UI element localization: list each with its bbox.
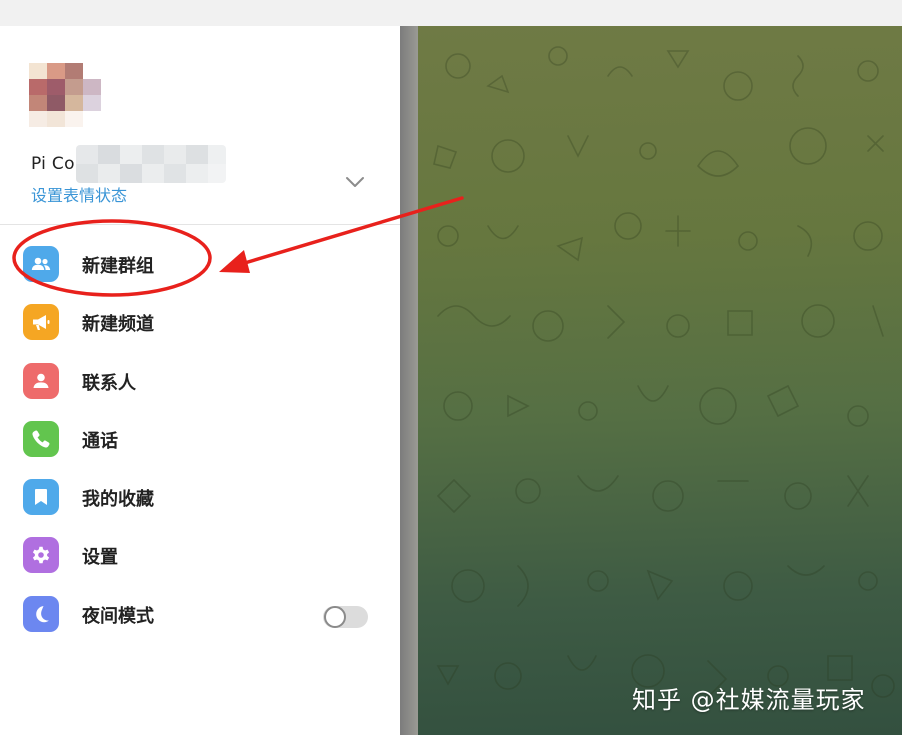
person-icon [23,363,59,399]
menu-label: 新建频道 [82,314,154,335]
menu-item-new-group[interactable]: 新建群组 [0,240,400,288]
menu-item-new-channel[interactable]: 新建频道 [0,298,400,346]
drawer-edge-shadow [400,26,418,735]
phone-icon [23,421,59,457]
side-menu-drawer: Pi Co 设置表情状态 新建群组 新建频道 联系人 通话 我的收藏 设置 夜间… [0,26,400,735]
menu-label: 设置 [82,547,118,568]
group-icon [23,246,59,282]
menu-item-calls[interactable]: 通话 [0,415,400,463]
window-top-bar [0,0,902,26]
name-redaction-blur [76,145,226,183]
set-emoji-status-link[interactable]: 设置表情状态 [31,182,127,206]
toggle-knob [324,606,346,628]
menu-label: 通话 [82,431,118,452]
chat-background [418,26,902,735]
menu-label: 新建群组 [82,256,154,277]
moon-icon [23,596,59,632]
profile-name: Pi Co [31,154,75,174]
menu-label: 我的收藏 [82,489,154,510]
menu-item-saved-messages[interactable]: 我的收藏 [0,473,400,521]
avatar[interactable] [29,63,101,127]
menu-item-settings[interactable]: 设置 [0,531,400,579]
menu-item-night-mode[interactable]: 夜间模式 [0,590,400,638]
megaphone-icon [23,304,59,340]
divider [0,224,400,225]
gear-icon [23,537,59,573]
chevron-down-icon[interactable] [343,170,367,194]
watermark: 知乎 @社媒流量玩家 [632,686,866,714]
menu-item-contacts[interactable]: 联系人 [0,357,400,405]
night-mode-toggle[interactable] [323,606,368,628]
bookmark-icon [23,479,59,515]
doodle-pattern [433,46,895,698]
menu-label: 夜间模式 [82,606,154,627]
menu-label: 联系人 [82,373,136,394]
